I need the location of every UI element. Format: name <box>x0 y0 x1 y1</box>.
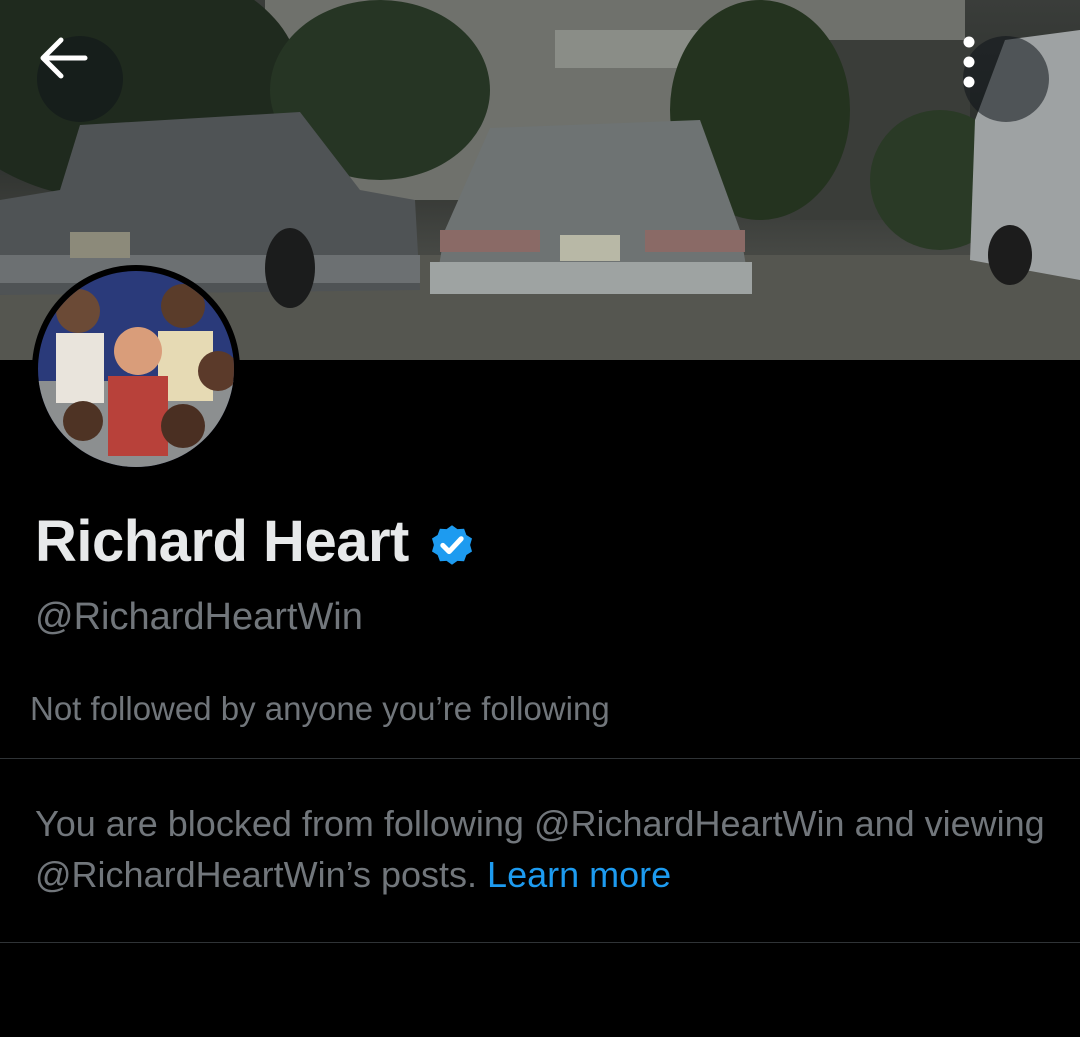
arrow-left-icon <box>40 37 88 79</box>
handle: @RichardHeartWin <box>35 596 363 638</box>
profile-name-row: Richard Heart <box>35 508 477 575</box>
learn-more-link[interactable]: Learn more <box>487 854 671 895</box>
blocked-notice: You are blocked from following @RichardH… <box>35 798 1045 900</box>
verified-badge-icon[interactable] <box>427 520 477 570</box>
divider <box>0 942 1080 943</box>
display-name: Richard Heart <box>35 509 409 574</box>
avatar-image <box>38 271 234 467</box>
back-button[interactable] <box>37 36 123 122</box>
divider <box>0 758 1080 759</box>
followed-by-text: Not followed by anyone you’re following <box>30 690 610 727</box>
more-options-button[interactable] <box>963 36 1049 122</box>
more-vertical-icon <box>963 36 975 88</box>
avatar[interactable] <box>32 265 240 473</box>
